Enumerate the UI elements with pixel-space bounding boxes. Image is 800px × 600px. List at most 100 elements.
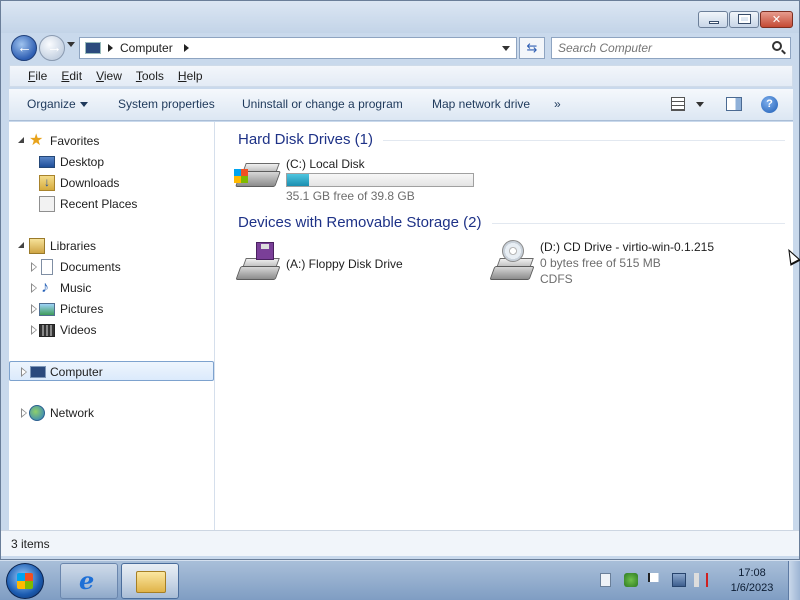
nav-recent-places[interactable]: Recent Places	[9, 194, 214, 214]
start-button[interactable]	[6, 563, 44, 599]
group-header-removable-storage[interactable]: Devices with Removable Storage (2)	[238, 214, 481, 231]
cd-drive-icon	[488, 240, 535, 280]
drive-free-space: 0 bytes free of 515 MB	[540, 256, 661, 270]
menu-file[interactable]: File	[28, 69, 47, 83]
documents-icon	[41, 259, 53, 275]
action-center-flag-icon[interactable]	[648, 573, 662, 582]
minimize-icon	[709, 21, 719, 24]
navigation-pane: ★ Favorites Desktop Downloads Recent Pla…	[9, 122, 215, 530]
menu-help[interactable]: Help	[178, 69, 203, 83]
collapse-arrow-icon[interactable]	[31, 304, 37, 314]
taskbar: e 17:08 1/6/2023	[0, 560, 800, 600]
nav-computer-label: Computer	[50, 365, 103, 379]
search-box[interactable]	[551, 37, 791, 59]
refresh-button[interactable]: ⇆	[519, 37, 545, 59]
group-header-hard-disk-drives[interactable]: Hard Disk Drives (1)	[238, 131, 373, 148]
system-properties-button[interactable]: System properties	[118, 97, 215, 111]
folder-icon	[136, 571, 166, 593]
shield-check-icon[interactable]	[624, 573, 638, 587]
notification-doc-icon[interactable]	[600, 573, 611, 587]
minimize-button[interactable]	[698, 11, 728, 28]
change-view-icon[interactable]	[671, 97, 685, 111]
drive-free-space: 35.1 GB free of 39.8 GB	[286, 189, 415, 203]
drive-name: (C:) Local Disk	[286, 157, 365, 171]
back-button[interactable]: ←	[11, 35, 37, 61]
collapse-arrow-icon[interactable]	[21, 367, 27, 377]
menu-edit[interactable]: Edit	[61, 69, 82, 83]
nav-music-label: Music	[60, 281, 92, 295]
drive-c[interactable]: (C:) Local Disk 35.1 GB free of 39.8 GB	[234, 157, 494, 203]
nav-downloads[interactable]: Downloads	[9, 173, 214, 193]
collapse-arrow-icon[interactable]	[31, 262, 37, 272]
collapse-arrow-icon[interactable]	[21, 408, 27, 418]
clock-date: 1/6/2023	[730, 582, 774, 594]
recent-places-icon	[39, 196, 55, 212]
nav-network[interactable]: Network	[9, 403, 214, 423]
nav-recent-places-label: Recent Places	[60, 197, 138, 211]
collapse-arrow-icon[interactable]	[31, 325, 37, 335]
nav-music[interactable]: ♪ Music	[9, 278, 214, 298]
drive-a[interactable]: (A:) Floppy Disk Drive	[234, 242, 454, 288]
address-history-dropdown[interactable]	[502, 46, 510, 51]
menu-view-accel: V	[96, 69, 104, 83]
organize-button[interactable]: Organize	[27, 97, 88, 111]
preview-pane-icon[interactable]	[726, 97, 742, 111]
expand-arrow-icon[interactable]	[18, 137, 24, 143]
nav-computer[interactable]: Computer	[9, 361, 214, 381]
close-button[interactable]: ✕	[760, 11, 793, 28]
uninstall-program-button[interactable]: Uninstall or change a program	[242, 97, 403, 111]
address-bar[interactable]: Computer	[79, 37, 517, 59]
nav-videos[interactable]: Videos	[9, 320, 214, 340]
maximize-icon	[738, 14, 751, 24]
network-status-icon[interactable]	[672, 573, 686, 587]
nav-network-label: Network	[50, 406, 95, 420]
search-input[interactable]	[552, 38, 762, 58]
breadcrumb-computer[interactable]: Computer	[120, 41, 173, 55]
menu-view[interactable]: View	[96, 69, 122, 83]
network-icon	[29, 405, 45, 421]
nav-desktop[interactable]: Desktop	[9, 152, 214, 172]
windows-logo-icon	[17, 573, 33, 589]
explorer-window: ✕ ← → Computer ⇆ File Edit View Tools He…	[0, 0, 800, 560]
back-arrow-icon: ←	[17, 39, 32, 56]
close-icon: ✕	[771, 14, 782, 26]
disk-usage-bar	[286, 173, 474, 187]
item-count: 3 items	[11, 537, 50, 551]
help-icon[interactable]: ?	[761, 96, 778, 113]
cd-drive-body	[489, 266, 535, 280]
floppy-drive-body	[235, 266, 281, 280]
volume-muted-icon[interactable]	[694, 573, 708, 587]
map-network-drive-button[interactable]: Map network drive	[432, 97, 530, 111]
taskbar-windows-explorer[interactable]	[121, 563, 179, 599]
nav-favorites[interactable]: ★ Favorites	[9, 131, 214, 151]
recent-pages-dropdown[interactable]	[67, 42, 75, 47]
expand-arrow-icon[interactable]	[18, 242, 24, 248]
nav-pictures[interactable]: Pictures	[9, 299, 214, 319]
drive-d[interactable]: (D:) CD Drive - virtio-win-0.1.215 0 byt…	[488, 240, 788, 290]
search-icon[interactable]	[772, 41, 782, 51]
chevron-down-icon	[79, 102, 88, 108]
nav-libraries[interactable]: Libraries	[9, 236, 214, 256]
menu-bar: File Edit View Tools Help	[9, 65, 793, 87]
taskbar-internet-explorer[interactable]: e	[60, 563, 118, 599]
drive-name: (A:) Floppy Disk Drive	[286, 257, 403, 271]
forward-button[interactable]: →	[39, 35, 65, 61]
nav-documents[interactable]: Documents	[9, 257, 214, 277]
title-bar[interactable]: ✕	[1, 1, 799, 33]
nav-downloads-label: Downloads	[60, 176, 120, 190]
more-commands-button[interactable]: »	[554, 97, 561, 111]
menu-edit-label: dit	[69, 69, 83, 83]
group-divider	[492, 223, 785, 224]
breadcrumb-chevron-icon[interactable]	[184, 44, 189, 52]
breadcrumb-chevron-icon[interactable]	[108, 44, 113, 52]
menu-tools[interactable]: Tools	[136, 69, 164, 83]
maximize-button[interactable]	[729, 11, 759, 28]
clock[interactable]: 17:08 1/6/2023	[722, 566, 782, 596]
videos-icon	[39, 324, 55, 337]
menu-view-label: iew	[103, 69, 122, 83]
disk-usage-fill	[287, 174, 309, 186]
show-desktop-button[interactable]	[788, 561, 800, 600]
collapse-arrow-icon[interactable]	[31, 283, 37, 293]
view-options-dropdown[interactable]	[696, 102, 704, 107]
group-divider	[383, 140, 785, 141]
